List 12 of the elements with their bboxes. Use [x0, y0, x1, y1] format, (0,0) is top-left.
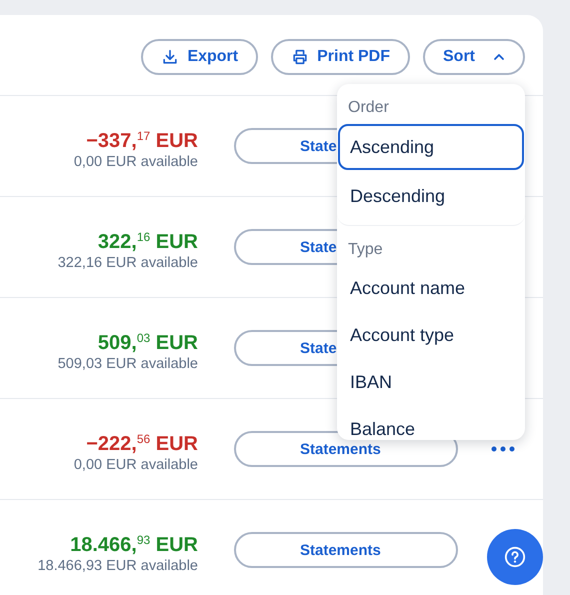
available-balance: 18.466,93 EUR available [38, 558, 198, 574]
menu-heading: Type [347, 240, 384, 260]
balance-amount: 18.466,$^{93}$ EUR [70, 532, 198, 558]
balance-amount: −337,$^{17}$ EUR [86, 128, 198, 154]
available-balance: 0,00 EUR available [74, 456, 198, 472]
balance-amount: 509,$^{03}$ EUR [98, 330, 198, 356]
available-balance: 0,00 EUR available [74, 154, 198, 170]
available-balance: 322,16 EUR available [58, 254, 198, 270]
balance-amount: −222,$^{56}$ EUR [86, 430, 198, 456]
available-balance: 509,03 EUR available [58, 356, 198, 372]
balance-amount: 322,$^{16}$ EUR [98, 228, 198, 254]
menu-heading: Order [347, 98, 390, 118]
